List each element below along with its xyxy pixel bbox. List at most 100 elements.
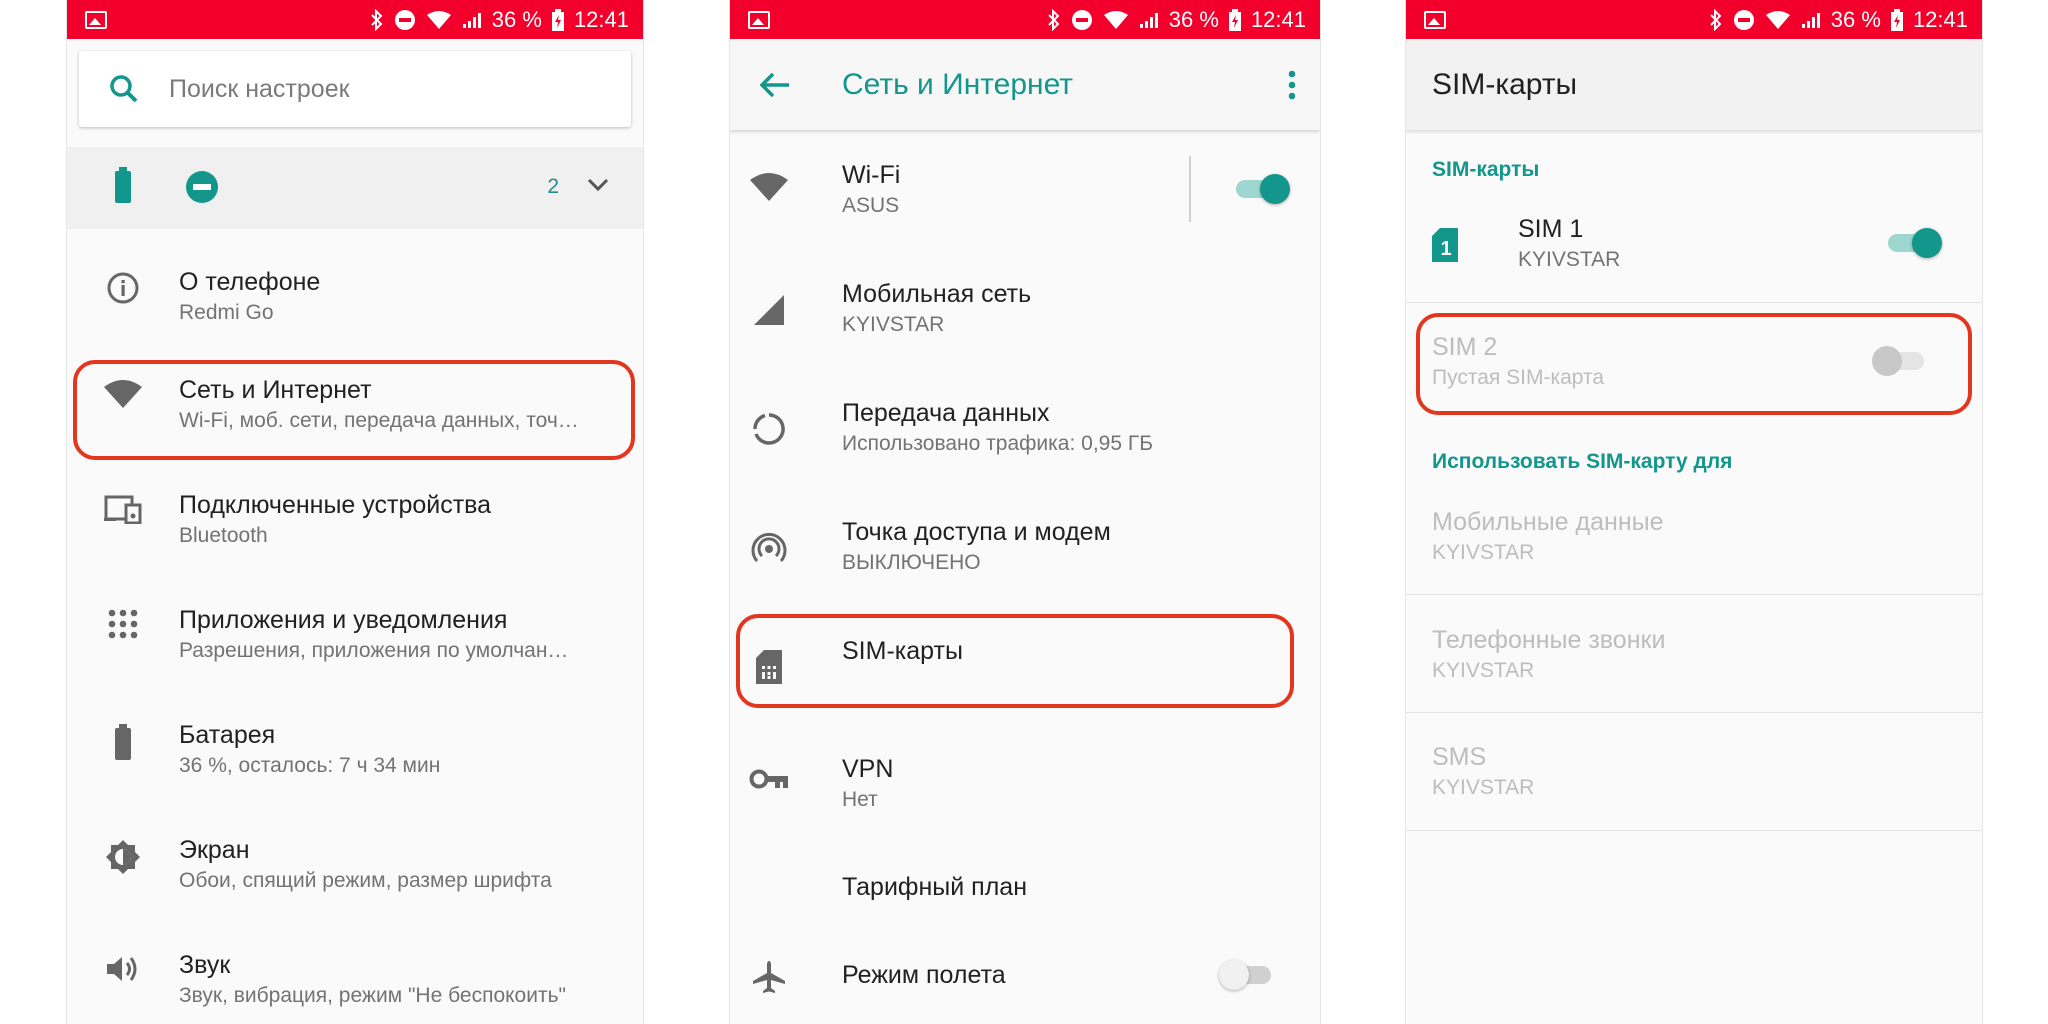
divider: [1406, 594, 1982, 595]
wifi-status-icon: [426, 10, 452, 30]
status-bar: 36 % 12:41: [67, 0, 643, 39]
divider: [1406, 830, 1982, 831]
info-icon: [107, 272, 139, 304]
page-title: SIM-карты: [1432, 67, 1578, 101]
section-header-use-sim-for: Использовать SIM-карту для: [1432, 450, 1733, 473]
item-title: Тарифный план: [842, 873, 1028, 901]
condition-count: 2: [547, 175, 559, 198]
item-subtitle: Обои, спящий режим, размер шрифта: [179, 869, 552, 892]
network-item-tariff-plan[interactable]: Тарифный план: [730, 872, 1320, 903]
item-title: Экран: [179, 836, 250, 864]
image-notification-icon: [85, 10, 107, 29]
airplane-mode-toggle[interactable]: [1219, 958, 1277, 992]
item-title: Батарея: [179, 721, 276, 749]
item-subtitle: Звук, вибрация, режим "Не беспокоить": [179, 984, 566, 1007]
cell-signal-icon: [1801, 11, 1821, 29]
do-not-disturb-icon: [1733, 9, 1755, 31]
usage-item-mobile-data[interactable]: Мобильные данные KYIVSTAR: [1406, 507, 1982, 567]
divider: [1189, 156, 1191, 222]
signal-icon: [754, 295, 784, 325]
brightness-icon: [106, 840, 140, 874]
usage-item-sms[interactable]: SMS KYIVSTAR: [1406, 742, 1982, 802]
item-title: Мобильная сеть: [842, 280, 1032, 308]
app-bar: Сеть и Интернет: [730, 39, 1320, 130]
condition-summary-bar[interactable]: 2: [67, 147, 643, 229]
battery-condition-icon: [113, 167, 133, 208]
item-subtitle: Нет: [842, 788, 878, 811]
sim1-toggle[interactable]: [1884, 226, 1942, 260]
section-header-sim-cards: SIM-карты: [1432, 158, 1540, 181]
arrow-back-icon: [760, 72, 789, 97]
battery-charging-icon: [1228, 8, 1241, 31]
back-button[interactable]: [730, 72, 820, 98]
network-internet-screen: 36 % 12:41 Сеть и Интернет Wi-Fi ASUS Моб…: [729, 0, 1321, 1024]
network-item-mobile[interactable]: Мобильная сеть KYIVSTAR: [730, 279, 1320, 339]
battery-percent: 36 %: [491, 6, 542, 32]
sim-card-icon: [756, 650, 782, 684]
bluetooth-icon: [370, 8, 384, 31]
do-not-disturb-condition-icon: [185, 170, 219, 209]
image-notification-icon: [1424, 10, 1446, 29]
settings-item-display[interactable]: Экран Обои, спящий режим, размер шрифта: [67, 835, 643, 895]
item-subtitle: Разрешения, приложения по умолчан…: [179, 639, 569, 662]
wifi-icon: [104, 380, 142, 408]
item-title: Передача данных: [842, 399, 1050, 427]
clock: 12:41: [1912, 6, 1968, 32]
item-title: Подключенные устройства: [179, 491, 492, 519]
battery-charging-icon: [1890, 8, 1903, 31]
item-subtitle: ВЫКЛЮЧЕНО: [842, 551, 981, 574]
network-item-hotspot[interactable]: Точка доступа и модем ВЫКЛЮЧЕНО: [730, 517, 1320, 577]
item-subtitle: KYIVSTAR: [1432, 541, 1535, 564]
settings-item-connected-devices[interactable]: Подключенные устройства Bluetooth: [67, 490, 643, 550]
settings-screen: 36 % 12:41 Поиск настроек 2 О телефоне Re…: [66, 0, 644, 1024]
divider: [1406, 302, 1982, 303]
item-title: О телефоне: [179, 268, 321, 296]
item-title: VPN: [842, 755, 894, 783]
sim-cards-screen: 36 % 12:41 SIM-карты SIM-карты 1 SIM 1 KY…: [1405, 0, 1983, 1024]
network-item-vpn[interactable]: VPN Нет: [730, 754, 1320, 814]
item-title: Телефонные звонки: [1432, 626, 1666, 654]
status-bar: 36 % 12:41: [730, 0, 1320, 39]
search-icon: [110, 75, 138, 103]
search-bar[interactable]: Поиск настроек: [79, 51, 631, 127]
item-title: Точка доступа и модем: [842, 518, 1111, 546]
clock: 12:41: [573, 6, 629, 32]
item-title: Звук: [179, 951, 231, 979]
item-title: Сеть и Интернет: [179, 376, 372, 404]
battery-percent: 36 %: [1830, 6, 1881, 32]
network-item-sim-cards[interactable]: SIM-карты: [730, 636, 1320, 684]
settings-item-sound[interactable]: Звук Звук, вибрация, режим "Не беспокоить…: [67, 950, 643, 1010]
item-subtitle: KYIVSTAR: [842, 313, 945, 336]
settings-item-about-phone[interactable]: О телефоне Redmi Go: [67, 267, 643, 327]
battery-percent: 36 %: [1168, 6, 1219, 32]
search-placeholder: Поиск настроек: [169, 74, 350, 103]
item-subtitle: KYIVSTAR: [1432, 659, 1535, 682]
do-not-disturb-icon: [394, 9, 416, 31]
status-bar: 36 % 12:41: [1406, 0, 1982, 39]
data-usage-icon: [753, 413, 785, 445]
settings-item-apps-notifications[interactable]: Приложения и уведомления Разрешения, прил…: [67, 605, 643, 665]
more-options-button[interactable]: [1264, 70, 1320, 100]
settings-item-network-internet[interactable]: Сеть и Интернет Wi-Fi, моб. сети, передач…: [67, 375, 643, 435]
item-subtitle: Redmi Go: [179, 301, 274, 324]
do-not-disturb-icon: [1071, 9, 1093, 31]
bluetooth-icon: [1709, 8, 1723, 31]
wifi-status-icon: [1103, 10, 1129, 30]
chevron-down-icon[interactable]: [587, 177, 609, 198]
settings-item-battery[interactable]: Батарея 36 %, осталось: 7 ч 34 мин: [67, 720, 643, 780]
network-item-data-usage[interactable]: Передача данных Использовано трафика: 0,9…: [730, 398, 1320, 458]
item-title: Мобильные данные: [1432, 508, 1664, 536]
hotspot-icon: [751, 532, 787, 562]
usage-item-calls[interactable]: Телефонные звонки KYIVSTAR: [1406, 625, 1982, 685]
airplane-icon: [753, 961, 785, 993]
cell-signal-icon: [1139, 11, 1159, 29]
more-vert-icon: [1288, 70, 1296, 99]
wifi-toggle[interactable]: [1232, 172, 1290, 206]
item-subtitle: Wi-Fi, моб. сети, передача данных, точ…: [179, 409, 579, 432]
item-subtitle: Использовано трафика: 0,95 ГБ: [842, 432, 1154, 455]
sim-slot-1-icon: 1: [1432, 228, 1458, 262]
sim2-toggle[interactable]: [1872, 344, 1930, 378]
cell-signal-icon: [462, 11, 482, 29]
battery-icon: [115, 724, 131, 760]
battery-charging-icon: [551, 8, 564, 31]
